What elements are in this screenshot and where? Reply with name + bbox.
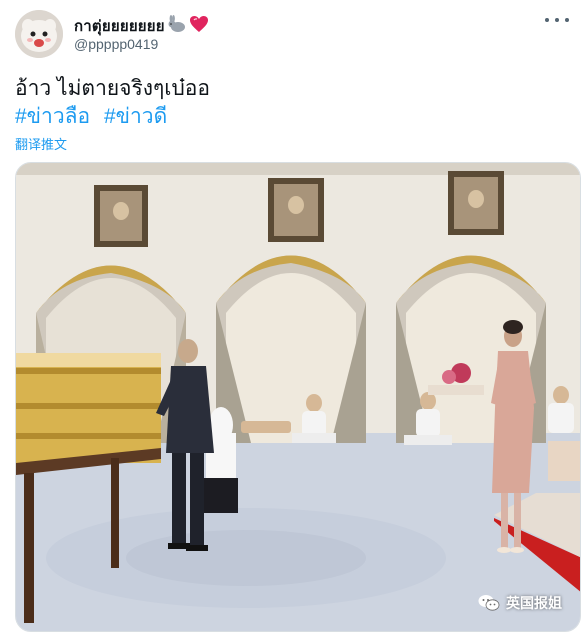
center-arch	[216, 255, 366, 443]
attendant-right-edge	[548, 441, 580, 481]
portrait-left	[94, 185, 148, 247]
hashtag-link[interactable]: #ข่าวดี	[104, 105, 167, 128]
user-handle[interactable]: @ppppp0419	[74, 36, 158, 52]
hashtag-link[interactable]: #ข่าวลือ	[15, 105, 90, 128]
portrait-right	[448, 171, 504, 235]
author-name-row[interactable]: กาตุ่ยยยยยยย	[74, 14, 209, 38]
portrait-center	[268, 178, 324, 242]
ceremony-photo	[16, 163, 580, 631]
avatar[interactable]	[15, 10, 63, 58]
avatar-image	[15, 10, 63, 58]
heart-emoji-icon	[189, 15, 209, 38]
hashtag-row: #ข่าวลือ #ข่าวดี	[15, 104, 175, 130]
more-options-icon[interactable]	[545, 10, 569, 30]
tweet-media-photo[interactable]: 英国报姐	[15, 162, 581, 632]
wechat-icon	[478, 594, 500, 612]
translate-tweet-link[interactable]: 翻译推文	[15, 134, 67, 153]
watermark: 英国报姐	[478, 593, 562, 613]
display-name[interactable]: กาตุ่ยยยยยยย	[74, 14, 165, 38]
tweet-text: อ้าว ไม่ตายจริงๆเบ๋ออ	[15, 77, 211, 100]
small-bench	[241, 421, 291, 433]
rabbit-emoji-icon	[167, 14, 187, 38]
watermark-text: 英国报姐	[506, 595, 562, 611]
